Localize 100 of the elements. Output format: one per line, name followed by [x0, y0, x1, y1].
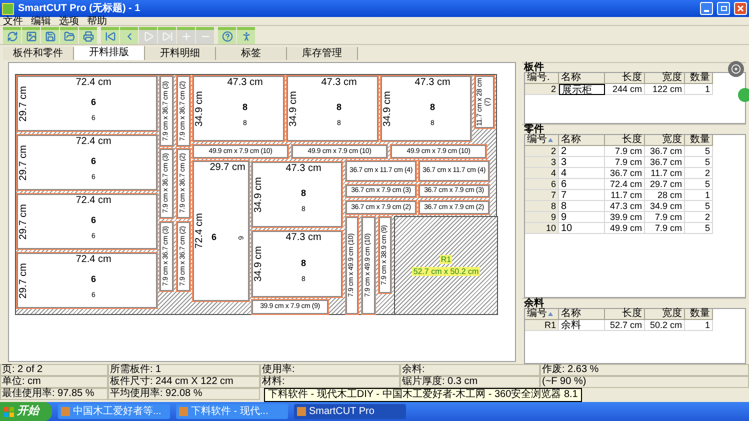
- toolbar-button[interactable]: [237, 26, 255, 44]
- dimension-label: 72.4 cm: [76, 195, 112, 207]
- dimension-label: 47.3 cm: [414, 77, 450, 89]
- toolbar-button[interactable]: [120, 26, 138, 44]
- restore-button[interactable]: [717, 2, 730, 15]
- tab[interactable]: 开料明细: [145, 47, 216, 60]
- column-label: 数量: [690, 309, 710, 319]
- toolbar-button[interactable]: [3, 26, 21, 44]
- tab[interactable]: 标签: [216, 47, 287, 60]
- tab[interactable]: 板件和零件: [3, 47, 74, 60]
- status-field: 锯片厚度: 0.3 cm: [400, 376, 540, 388]
- column-header[interactable]: 长度: [605, 135, 645, 146]
- table-cell: 39.9 cm: [605, 212, 645, 223]
- person-icon: [240, 31, 252, 42]
- row-header: 8: [525, 201, 559, 212]
- menu-item[interactable]: 编辑: [31, 16, 51, 26]
- column-header[interactable]: 编号: [525, 309, 559, 320]
- column-label: 长度: [622, 309, 642, 319]
- table-cell: 7.9 cm: [645, 223, 685, 234]
- row-header: 6: [525, 179, 559, 190]
- dimension-label: 47.3 cm: [321, 77, 357, 89]
- skip-back-icon: [104, 31, 116, 42]
- column-header[interactable]: 长度: [605, 309, 645, 320]
- column-header[interactable]: 宽度: [645, 309, 685, 320]
- dimension-label: 72.4 cm: [193, 213, 206, 249]
- app-icon: [297, 407, 306, 416]
- column-header[interactable]: 长度: [605, 73, 645, 84]
- taskbar-item[interactable]: SmartCUT Pro: [294, 404, 406, 419]
- column-label: 名称: [561, 309, 581, 319]
- column-header[interactable]: 编号: [525, 135, 559, 146]
- dimension-label: 29.7 cm: [17, 86, 30, 122]
- offcut-name: R1: [440, 255, 452, 264]
- toolbar-button[interactable]: [101, 26, 119, 44]
- dimension-label: 72.4 cm: [76, 254, 112, 266]
- row-header: 7: [525, 190, 559, 201]
- column-label: 宽度: [662, 135, 682, 145]
- table-cell: 52.7 cm: [605, 320, 645, 331]
- part-number: 8: [336, 103, 342, 112]
- part-number: 6: [90, 157, 96, 166]
- menu-item[interactable]: 帮助: [87, 16, 107, 26]
- column-label: 宽度: [662, 309, 682, 319]
- tooltip: 下料软件 - 现代木工DIY - 中国木工爱好者-木工网 - 360安全浏览器 8.1: [264, 388, 582, 402]
- tab[interactable]: 库存管理: [287, 47, 358, 60]
- column-header[interactable]: 数量: [685, 135, 713, 146]
- folder-icon: [64, 31, 74, 42]
- table-cell: 4: [559, 168, 605, 179]
- part-number: 6: [211, 233, 216, 242]
- table-cell: 9: [559, 212, 605, 223]
- dimension-label: 29.7 cm: [17, 204, 30, 240]
- status-field: 材料:: [260, 376, 400, 388]
- toolbar-button[interactable]: [79, 26, 97, 44]
- app-logo-icon: [2, 2, 14, 14]
- column-header[interactable]: 宽度: [645, 73, 685, 84]
- table-cell: 34.9 cm: [645, 201, 685, 212]
- table-cell: 3: [559, 157, 605, 168]
- row-header: 4: [525, 168, 559, 179]
- column-header[interactable]: 名称: [559, 73, 605, 84]
- table-cell: 7: [559, 190, 605, 201]
- table-cell: 2: [685, 168, 713, 179]
- dimension-label: 34.9 cm: [381, 90, 394, 126]
- dimension-label: 34.9 cm: [287, 90, 300, 126]
- column-label: 宽度: [662, 73, 682, 83]
- status-field: 平均使用率: 92.08 %: [108, 388, 260, 400]
- column-header[interactable]: 数量: [685, 309, 713, 320]
- menu-item[interactable]: 文件: [3, 16, 23, 26]
- column-header[interactable]: 数量: [685, 73, 713, 84]
- table-cell: 5: [685, 179, 713, 190]
- dimension-label: 29.7 cm: [17, 144, 30, 180]
- row-header: 3: [525, 157, 559, 168]
- close-icon: [737, 5, 744, 12]
- column-header[interactable]: 名称: [559, 135, 605, 146]
- table-cell: 2: [685, 212, 713, 223]
- tab[interactable]: 开料排版: [74, 46, 145, 60]
- column-label: 数量: [690, 135, 710, 145]
- table-cell: 50.2 cm: [645, 320, 685, 331]
- toolbar-button[interactable]: [218, 26, 236, 44]
- windows-logo-icon: [4, 406, 14, 416]
- close-button[interactable]: [734, 2, 747, 15]
- row-header: 2: [525, 84, 559, 95]
- dimension-label: 34.9 cm: [252, 246, 265, 282]
- table-cell: 8: [559, 201, 605, 212]
- column-label: 名称: [561, 135, 581, 145]
- column-header[interactable]: 名称: [559, 309, 605, 320]
- column-header[interactable]: 宽度: [645, 135, 685, 146]
- column-header[interactable]: 编号.: [525, 73, 559, 84]
- menu-item[interactable]: 选项: [59, 16, 79, 26]
- minimize-button[interactable]: [700, 2, 713, 15]
- save-icon: [44, 31, 56, 42]
- image-icon: [26, 31, 36, 42]
- part-number: 8: [300, 258, 306, 268]
- toolbar-button[interactable]: [22, 26, 40, 44]
- row-header: 10: [525, 223, 559, 234]
- column-label: 编号: [527, 135, 547, 145]
- table-cell: 244 cm: [605, 84, 645, 95]
- table-cell: 5: [685, 157, 713, 168]
- toolbar-button[interactable]: [60, 26, 78, 44]
- toolbar-button[interactable]: [41, 26, 59, 44]
- table-cell: 36.7 cm: [645, 146, 685, 157]
- skip-forward-icon: [162, 31, 172, 42]
- dimension-label: 29.7 cm: [17, 262, 30, 298]
